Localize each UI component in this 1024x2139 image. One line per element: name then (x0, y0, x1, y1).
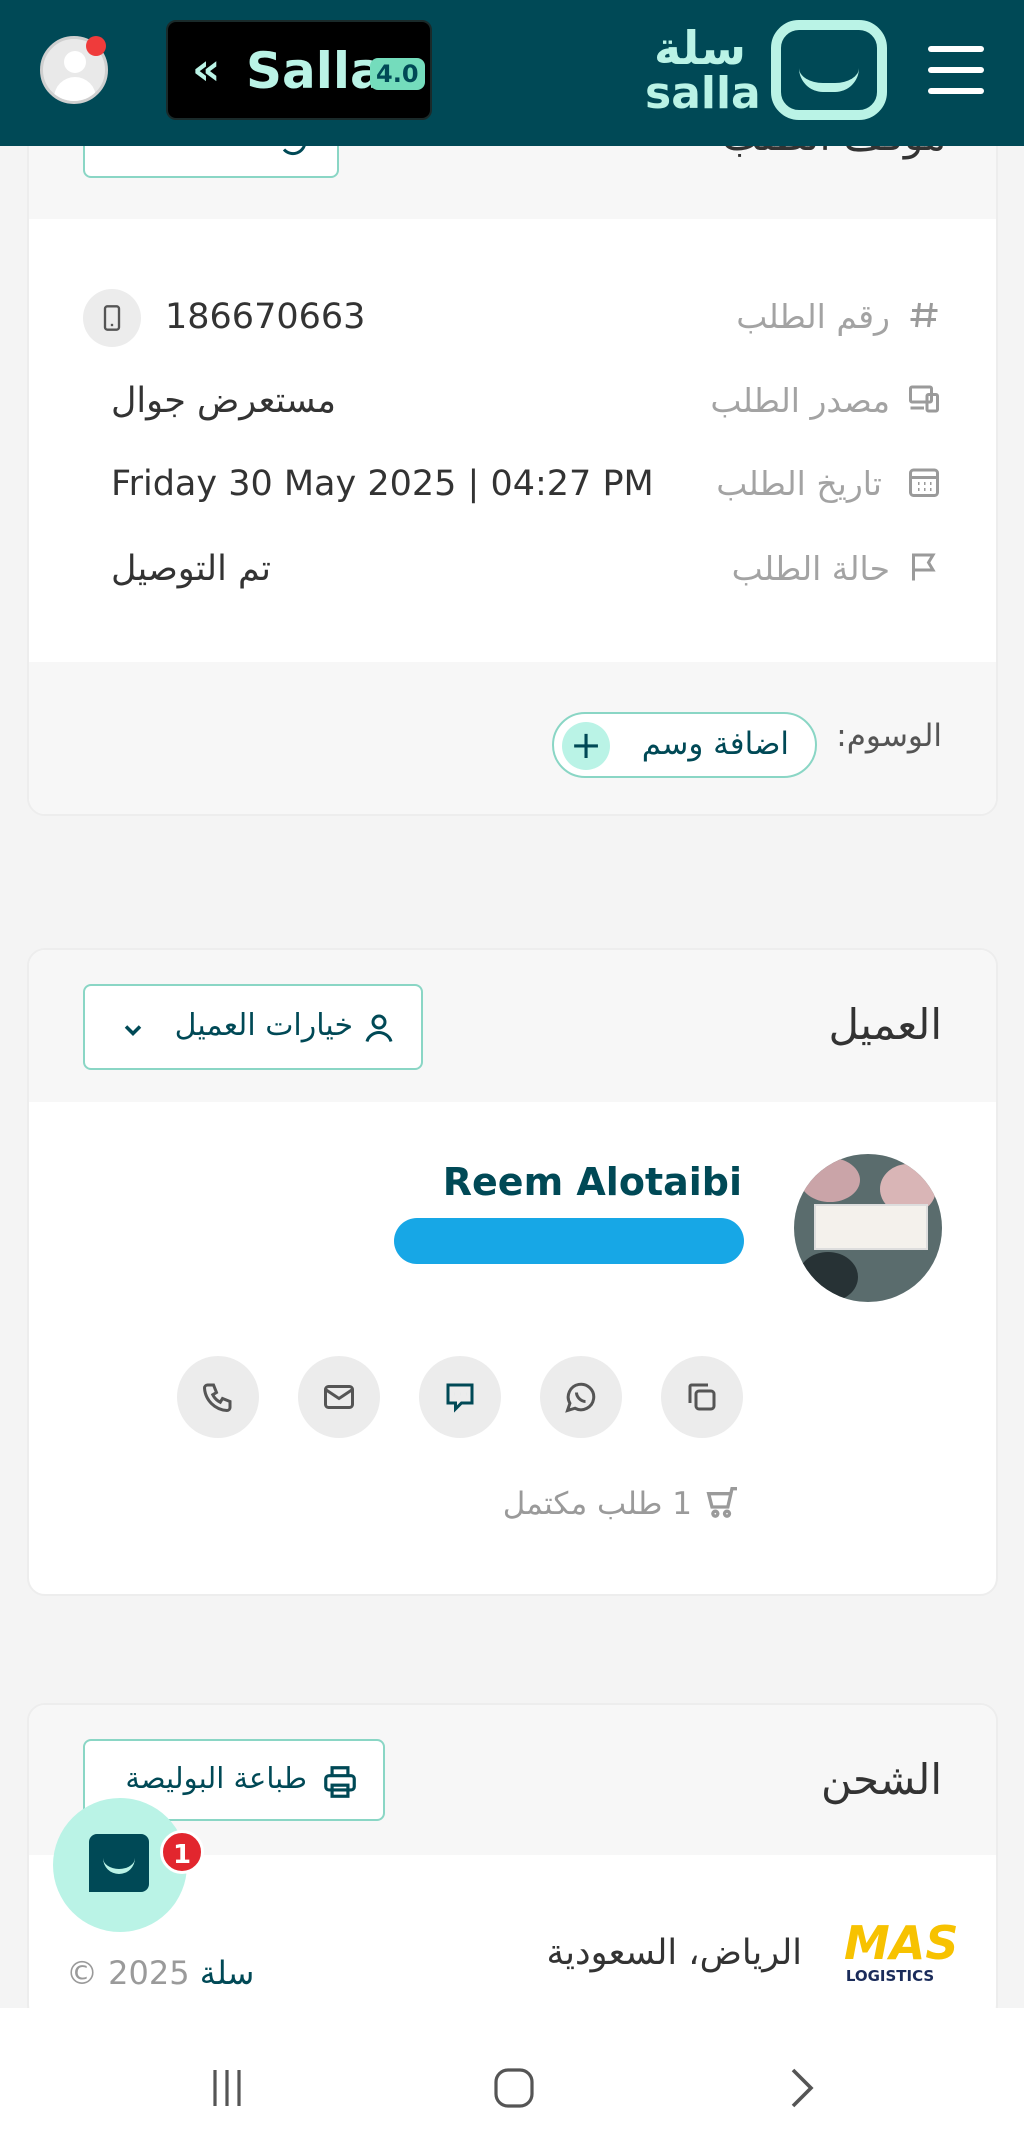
home-icon[interactable] (490, 2064, 538, 2112)
footer-year: © 2025 (66, 1954, 190, 1992)
tags-label: الوسوم: (836, 718, 942, 754)
order-status-card: موقف الطلب رقم الطلب 186670663 مصدر الطل… (27, 100, 998, 816)
order-status-row: حالة الطلب تم التوصيل (83, 541, 942, 601)
customer-card-title: العميل (828, 1000, 943, 1049)
tags-section: الوسوم: اضافة وسم + (29, 662, 996, 814)
mail-icon (324, 1385, 354, 1409)
salla-version-switch-button[interactable]: « Salla 4.0 (166, 20, 432, 120)
footer-brand[interactable]: سلة (200, 1954, 255, 1992)
user-icon (365, 1014, 393, 1042)
chat-icon (446, 1383, 474, 1413)
order-source-label: مصدر الطلب (710, 381, 890, 420)
order-number-row: رقم الطلب 186670663 (83, 289, 942, 349)
back-chevron-icon[interactable] (777, 2064, 825, 2112)
version-number: 4.0 (370, 58, 425, 90)
customer-card-header: العميل خيارات العميل (29, 950, 996, 1102)
logo-text-arabic: سلة (654, 21, 746, 75)
copy-button[interactable] (661, 1356, 743, 1438)
footer-copyright: © 2025 سلة (66, 1954, 254, 1992)
hash-icon (906, 297, 942, 333)
order-status-value: تم التوصيل (111, 549, 271, 589)
add-tag-label: اضافة وسم (641, 726, 789, 762)
chevron-down-icon (124, 1025, 142, 1036)
order-number-label: رقم الطلب (736, 297, 890, 336)
customer-name[interactable]: Reem Alotaibi (443, 1160, 742, 1204)
calendar-icon (906, 464, 942, 500)
whatsapp-button[interactable] (540, 1356, 622, 1438)
order-date-value: Friday 30 May 2025 | 04:27 PM (111, 464, 654, 504)
menu-icon[interactable] (928, 46, 984, 94)
printer-icon (324, 1766, 356, 1798)
chat-bubble-icon (89, 1834, 149, 1892)
salla-logo-text[interactable]: سلة salla (645, 21, 761, 119)
order-date-label: تاريخ الطلب (716, 464, 882, 503)
add-tag-button[interactable]: اضافة وسم + (552, 712, 817, 778)
top-navbar: سلة salla « Salla 4.0 (0, 0, 1024, 146)
logo-text-english: salla (645, 68, 761, 119)
devices-icon (906, 381, 942, 417)
sms-button[interactable] (419, 1356, 501, 1438)
version-brand: Salla (246, 42, 384, 100)
email-button[interactable] (298, 1356, 380, 1438)
customer-card: العميل خيارات العميل Reem Alotaibi 96656… (27, 948, 998, 1596)
system-navigation-bar (0, 2008, 1024, 2139)
order-number-value: 186670663 (165, 297, 366, 337)
shipping-destination: الرياض، السعودية (546, 1933, 802, 1973)
print-waybill-label: طباعة البوليصة (125, 1761, 307, 1795)
orders-summary-text: 1 طلب مكتمل (502, 1486, 692, 1522)
order-status-label: حالة الطلب (731, 549, 890, 588)
double-chevron-left-icon: « (192, 44, 221, 95)
device-icon (83, 289, 141, 347)
plus-icon: + (562, 722, 610, 770)
cart-icon (706, 1487, 737, 1518)
customer-options-button[interactable]: خيارات العميل (83, 984, 423, 1070)
shipping-company-logo: MAS LOGISTICS (844, 1916, 959, 1985)
shipping-card-title: الشحن (820, 1755, 942, 1804)
call-button[interactable] (177, 1356, 259, 1438)
order-source-value: مستعرض جوال (111, 381, 337, 421)
order-source-row: مصدر الطلب مستعرض جوال (83, 373, 942, 433)
customer-avatar[interactable] (794, 1154, 942, 1302)
whatsapp-icon (565, 1382, 596, 1413)
phone-redaction (394, 1218, 744, 1264)
customer-options-label: خيارات العميل (174, 1008, 353, 1043)
flag-icon (906, 549, 942, 585)
recent-apps-icon[interactable] (203, 2064, 251, 2112)
copy-icon (688, 1383, 716, 1411)
phone-icon (202, 1383, 232, 1413)
chat-unread-badge: 1 (160, 1830, 204, 1874)
notification-dot (86, 36, 106, 56)
salla-logo-icon[interactable] (771, 20, 887, 120)
order-date-row: تاريخ الطلب Friday 30 May 2025 | 04:27 P… (83, 456, 942, 516)
